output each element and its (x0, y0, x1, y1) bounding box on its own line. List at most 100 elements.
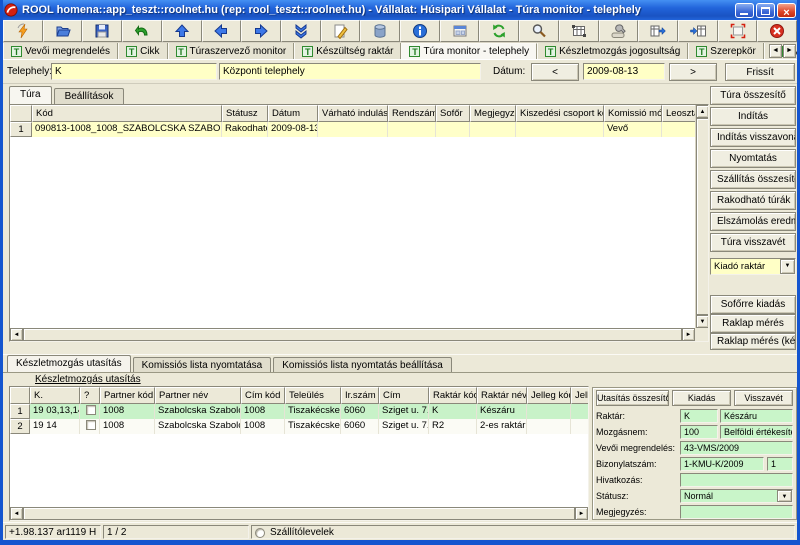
col-rendszam[interactable]: Rendszám (388, 105, 436, 122)
col-cim-kod[interactable]: Cím kód (241, 387, 285, 404)
col-jelleg-kod[interactable]: Jelleg kód (527, 387, 571, 404)
form-view-button[interactable] (440, 20, 480, 42)
kiadas-button[interactable]: Kiadás (672, 390, 731, 406)
col-datum[interactable]: Dátum (268, 105, 318, 122)
tab-scroll-left-button[interactable]: ◄ (769, 44, 782, 58)
info-button[interactable] (400, 20, 440, 42)
scroll-down-button[interactable]: ▼ (696, 315, 709, 328)
inditas-button[interactable]: Indítás (710, 107, 796, 126)
refresh-button[interactable] (479, 20, 519, 42)
tab-vevoi-megrendeles[interactable]: TVevői megrendelés (3, 43, 118, 59)
tab-szerepkor[interactable]: TSzerepkör (688, 43, 764, 59)
nav-next-button[interactable] (241, 20, 281, 42)
hscroll-thumb[interactable] (23, 328, 682, 341)
col-kod[interactable]: Kód (32, 105, 222, 122)
rakodhato-turak-button[interactable]: Rakodható túrák (710, 191, 796, 210)
statusz-select[interactable]: Normál ▼ (680, 489, 793, 503)
tab-tura-monitor-telephely[interactable]: TTúra monitor - telephely (401, 43, 537, 59)
soforre-kiadas-button[interactable]: Sofőrre kiadás (710, 295, 796, 314)
scroll-left-button[interactable]: ◄ (10, 507, 23, 520)
tab-komissios-lista-nyomtatasa[interactable]: Komissiós lista nyomtatása (133, 357, 272, 372)
megjegyzes-field[interactable] (680, 505, 793, 519)
vscroll-thumb[interactable] (696, 118, 709, 315)
tab-beallitasok[interactable]: Beállítások (54, 88, 125, 104)
export-button[interactable] (638, 20, 678, 42)
tab-keszultseg-raktar[interactable]: TKészültség raktár (294, 43, 401, 59)
nav-up-button[interactable] (162, 20, 202, 42)
undo-button[interactable] (122, 20, 162, 42)
search-button[interactable] (519, 20, 559, 42)
save-button[interactable] (82, 20, 122, 42)
exit-button[interactable] (757, 20, 797, 42)
date-prev-button[interactable]: < (531, 63, 579, 81)
minimize-button[interactable] (735, 3, 754, 18)
utasitas-grid-hscrollbar[interactable]: ◄ ► (10, 507, 588, 520)
nav-last-button[interactable] (281, 20, 321, 42)
col-irszam[interactable]: Ir.szám (341, 387, 379, 404)
import-button[interactable] (678, 20, 718, 42)
col-varhato-indulas[interactable]: Várható indulás (318, 105, 388, 122)
col-raktar-nev[interactable]: Raktár név (477, 387, 527, 404)
dropdown-button[interactable]: ▼ (780, 259, 795, 274)
col-check[interactable]: ? (80, 387, 100, 404)
col-partner-nev[interactable]: Partner név (155, 387, 241, 404)
mozgasnem-nev-field[interactable]: Belföldi értékesítés (720, 425, 793, 439)
tura-grid-hscrollbar[interactable]: ◄ ► (10, 328, 695, 341)
close-button[interactable]: × (777, 3, 796, 18)
col-raktar-kod[interactable]: Raktár kód (429, 387, 477, 404)
tab-scroll-right-button[interactable]: ► (783, 44, 796, 58)
run-button[interactable] (3, 20, 43, 42)
scroll-right-button[interactable]: ► (575, 507, 588, 520)
tura-grid-vscrollbar[interactable]: ▲ ▼ (695, 105, 708, 328)
col-telepules[interactable]: Teleülés (285, 387, 341, 404)
tab-keszletmozgas-jogosultsag[interactable]: TKészletmozgás jogosultság (537, 43, 688, 59)
elszamolas-eredmeny-button[interactable]: Elszámolás eredmény (710, 212, 796, 231)
visszavet-button[interactable]: Visszavét (734, 390, 793, 406)
hivatkozas-field[interactable] (680, 473, 793, 487)
utasitas-osszesito-button[interactable]: Utasítás összesítő (596, 390, 669, 406)
hscroll-thumb[interactable] (23, 507, 575, 520)
tab-tura[interactable]: Túra (9, 86, 52, 104)
col-jelle[interactable]: Jelle (571, 387, 588, 404)
telephely-name-input[interactable] (219, 63, 481, 80)
row-checkbox[interactable] (86, 420, 96, 430)
row-checkbox[interactable] (86, 405, 96, 415)
refresh-data-button[interactable]: Frissít (725, 63, 795, 81)
tura-row[interactable]: 1 090813-1008_1008_SZABOLCSKA SZABOLCS/1… (10, 122, 708, 137)
col-sofor[interactable]: Sofőr (436, 105, 470, 122)
nav-prev-button[interactable] (202, 20, 242, 42)
bizonylatszam-sorszam-field[interactable]: 1 (767, 457, 793, 471)
inditas-visszavonas-button[interactable]: Indítás visszavonás (710, 128, 796, 147)
tab-keszletmozgas-utasitas[interactable]: Készletmozgás utasítás (7, 355, 131, 372)
col-cim[interactable]: Cím (379, 387, 429, 404)
fullscreen-button[interactable] (718, 20, 758, 42)
date-input[interactable] (583, 63, 665, 80)
col-kiszedesi-csoport-kod[interactable]: Kiszedési csoport kód (516, 105, 604, 122)
edit-button[interactable] (321, 20, 361, 42)
tab-cikk[interactable]: TCikk (118, 43, 167, 59)
szallitas-osszesito-button[interactable]: Szállítás összesítő (710, 170, 796, 189)
tab-turaszervezo-monitor[interactable]: TTúraszervező monitor (168, 43, 295, 59)
delete-button[interactable] (360, 20, 400, 42)
dropdown-button[interactable]: ▼ (777, 490, 792, 502)
raklap-meres-kezi-button[interactable]: Raklap mérés (kézi) (710, 333, 796, 350)
col-komissio-mod[interactable]: Komissió mód (604, 105, 662, 122)
tab-komissios-lista-nyomtatas-beallitasa[interactable]: Komissiós lista nyomtatás beállítása (273, 357, 452, 372)
mozgasnem-kod-field[interactable]: 100 (680, 425, 718, 439)
tura-visszavet-button[interactable]: Túra visszavét (710, 233, 796, 252)
col-statusz[interactable]: Státusz (222, 105, 268, 122)
raktar-nev-field[interactable]: Készáru (720, 409, 793, 423)
scroll-left-button[interactable]: ◄ (10, 328, 23, 341)
utasitas-row[interactable]: 2 19 14 1008 Szabolcska Szabolcs 1008 Ti… (10, 419, 588, 434)
vevoi-megrendeles-field[interactable]: 43-VMS/2009 (680, 441, 793, 455)
col-partner-kod[interactable]: Partner kód (100, 387, 155, 404)
col-megjegyzes[interactable]: Megjegyzés (470, 105, 516, 122)
utasitas-row[interactable]: 1 19 03,13,14 1008 Szabolcska Szabolcs 1… (10, 404, 588, 419)
bizonylatszam-field[interactable]: 1-KMU-K/2009 (680, 457, 764, 471)
scroll-right-button[interactable]: ► (682, 328, 695, 341)
raklap-meres-button[interactable]: Raklap mérés (710, 314, 796, 333)
maximize-button[interactable] (756, 3, 775, 18)
telephely-code-input[interactable] (51, 63, 217, 80)
tura-osszesito-button[interactable]: Túra összesítő (710, 86, 796, 105)
kiado-raktar-select[interactable]: Kiadó raktár ▼ (710, 258, 796, 275)
